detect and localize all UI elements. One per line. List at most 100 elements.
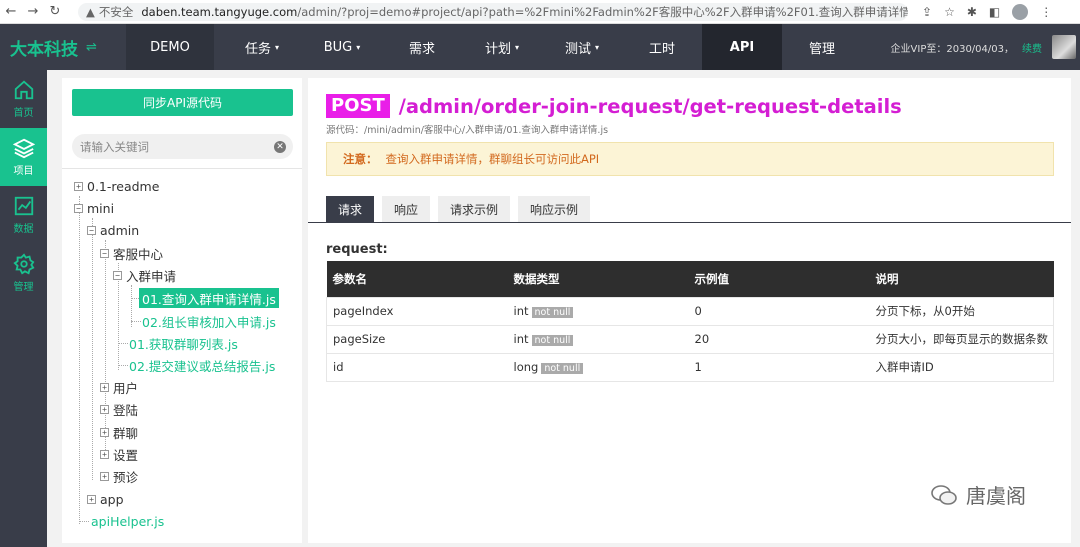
method-badge: POST	[326, 94, 390, 118]
column-header: 参数名	[326, 261, 508, 297]
expand-icon[interactable]: +	[100, 382, 109, 392]
tree-node[interactable]: + 登陆	[100, 399, 138, 419]
caret-down-icon: ▾	[275, 42, 280, 52]
api-tree-panel: 同步API源代码 ✕ +0.1-readme −mini −admin −客服中…	[62, 78, 302, 543]
back-icon[interactable]: ←	[0, 0, 22, 24]
url-path: /admin/?proj=demo#project/api?path=%2Fmi…	[297, 4, 908, 19]
params-table: 参数名 数据类型 示例值 说明 pageIndex int not null 0 …	[326, 261, 1054, 382]
watermark: 唐虞阁	[930, 480, 1026, 509]
api-title: POST /admin/order-join-request/get-reque…	[326, 94, 902, 118]
switch-icon[interactable]: ⇌	[86, 40, 97, 55]
param-desc: 分页大小，即每页显示的数据条数	[869, 324, 1054, 354]
menu-plan[interactable]: 计划 ▾	[462, 24, 542, 70]
sidebar-item-manage[interactable]: 管理	[0, 244, 47, 302]
menu-worktime[interactable]: 工时	[622, 24, 702, 70]
tree-node[interactable]: − mini	[74, 198, 114, 218]
brand-name: 大本科技	[10, 39, 78, 60]
param-name: pageIndex	[326, 296, 508, 326]
menu-requirement[interactable]: 需求	[382, 24, 462, 70]
tab-request[interactable]: 请求	[326, 196, 375, 222]
top-navbar: 大本科技 ⇌ DEMO 任务 ▾ BUG ▾ 需求 计划 ▾ 测试 ▾ 工时 API 管…	[0, 24, 1080, 70]
tree-node[interactable]: +0.1-readme	[74, 176, 159, 196]
collapse-icon[interactable]: −	[113, 270, 122, 280]
tree-node[interactable]: + app	[87, 489, 124, 509]
sidebar-item-data[interactable]: 数据	[0, 186, 47, 244]
menu-task[interactable]: 任务 ▾	[222, 24, 302, 70]
forward-icon[interactable]: →	[22, 0, 44, 24]
api-detail-panel: POST /admin/order-join-request/get-reque…	[308, 78, 1071, 543]
chart-icon	[14, 196, 33, 216]
avatar[interactable]	[1052, 35, 1076, 59]
star-icon[interactable]: ☆	[944, 5, 955, 19]
sidebar-item-project[interactable]: 项目	[0, 128, 47, 186]
table-row: pageSize int not null 20 分页大小，即每页显示的数据条数	[326, 324, 1054, 354]
expand-icon[interactable]: +	[74, 181, 83, 191]
expand-icon[interactable]: +	[100, 404, 109, 414]
profile-icon[interactable]	[1012, 3, 1029, 20]
param-type: int not null	[507, 324, 689, 354]
sidepanel-icon[interactable]: ◧	[989, 5, 1000, 19]
tab-request-example[interactable]: 请求示例	[438, 196, 511, 222]
reload-icon[interactable]: ↻	[44, 0, 66, 24]
collapse-icon[interactable]: −	[87, 225, 96, 235]
collapse-icon[interactable]: −	[74, 203, 83, 213]
caret-down-icon: ▾	[595, 42, 600, 52]
tree-node[interactable]: − 客服中心	[100, 243, 163, 263]
caret-down-icon: ▾	[356, 42, 361, 52]
more-icon[interactable]: ⋮	[1040, 5, 1052, 19]
param-example: 0	[688, 296, 870, 326]
tab-response[interactable]: 响应	[382, 196, 431, 222]
expand-icon[interactable]: +	[100, 471, 109, 481]
left-sidebar: 首页 项目 数据 管理	[0, 70, 47, 547]
not-null-badge: not null	[541, 363, 584, 374]
note-text: 查询入群申请详情，群聊组长可访问此API	[385, 152, 600, 166]
insecure-label: 不安全	[98, 4, 134, 19]
table-row: id long not null 1 入群申请ID	[326, 352, 1054, 382]
tree-node[interactable]: + 预诊	[100, 466, 138, 486]
address-bar[interactable]: ▲ 不安全 daben.team.tangyuge.com /admin/?pr…	[78, 2, 908, 21]
layers-icon	[12, 138, 35, 159]
clear-icon[interactable]: ✕	[274, 140, 286, 153]
search-input[interactable]	[80, 139, 270, 154]
project-selector[interactable]: DEMO	[126, 24, 214, 70]
main-menu: 任务 ▾ BUG ▾ 需求 计划 ▾ 测试 ▾ 工时 API 管理	[222, 24, 862, 70]
chat-bubble-icon	[931, 484, 957, 505]
menu-manage[interactable]: 管理	[782, 24, 862, 70]
tab-underline	[308, 222, 1071, 223]
expand-icon[interactable]: +	[100, 449, 109, 459]
tree-node[interactable]: − admin	[87, 220, 139, 240]
tree-leaf[interactable]: 02.组长审核加入申请.js	[142, 311, 276, 331]
renew-link[interactable]: 续费	[1022, 40, 1042, 55]
sidebar-item-home[interactable]: 首页	[0, 70, 47, 128]
menu-bug[interactable]: BUG ▾	[302, 24, 382, 70]
share-icon[interactable]: ⇪	[922, 5, 932, 19]
note-box: 注意： 查询入群申请详情，群聊组长可访问此API	[326, 142, 1054, 176]
tree-leaf[interactable]: apiHelper.js	[91, 511, 164, 531]
tree-leaf-selected[interactable]: 01.查询入群申请详情.js	[139, 288, 279, 308]
param-desc: 入群申请ID	[869, 352, 1054, 382]
brand-logo[interactable]: 大本科技 ⇌	[0, 24, 126, 70]
tab-response-example[interactable]: 响应示例	[518, 196, 591, 222]
tree-node[interactable]: − 入群申请	[113, 265, 176, 285]
extensions-icon[interactable]: ✱	[967, 5, 977, 19]
menu-test[interactable]: 测试 ▾	[542, 24, 622, 70]
tree-node[interactable]: + 群聊	[100, 422, 138, 442]
collapse-icon[interactable]: −	[100, 248, 109, 258]
tree-node[interactable]: + 用户	[100, 377, 138, 397]
expand-icon[interactable]: +	[100, 427, 109, 437]
column-header: 数据类型	[507, 261, 689, 297]
expand-icon[interactable]: +	[87, 494, 96, 504]
tree-node[interactable]: + 设置	[100, 444, 138, 464]
tree-leaf[interactable]: 01.获取群聊列表.js	[129, 333, 238, 353]
tab-bar: 请求 响应 请求示例 响应示例	[326, 196, 591, 222]
tree-leaf[interactable]: 02.提交建议或总结报告.js	[129, 355, 275, 375]
divider	[62, 168, 302, 169]
api-path: /admin/order-join-request/get-request-de…	[398, 94, 902, 118]
gear-icon	[12, 253, 35, 275]
param-desc: 分页下标，从0开始	[869, 296, 1054, 326]
sync-api-button[interactable]: 同步API源代码	[72, 89, 293, 116]
source-path: 源代码：/mini/admin/客服中心/入群申请/01.查询入群申请详情.js	[326, 125, 609, 136]
table-row: pageIndex int not null 0 分页下标，从0开始	[326, 296, 1054, 326]
menu-api[interactable]: API	[702, 24, 782, 70]
param-name: pageSize	[326, 324, 508, 354]
